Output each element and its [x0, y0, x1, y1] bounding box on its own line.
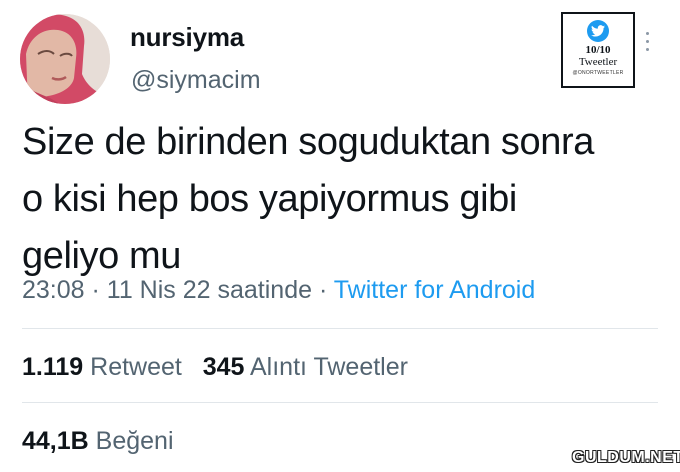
tweet-rating-badge: 10/10 Tweetler @ONORTWEETLER: [561, 12, 635, 88]
retweets-count: 1.119: [22, 353, 84, 381]
meta-separator: ·: [312, 276, 334, 304]
tweet-text-line: o kisi hep bos yapiyormus gibi: [22, 178, 517, 220]
retweets-label: Retweet: [90, 353, 182, 381]
badge-caption: @ONORTWEETLER: [572, 70, 624, 76]
likes-link[interactable]: 44,1B Beğeni: [22, 427, 174, 455]
avatar-photo: [20, 14, 110, 104]
badge-score: 10/10: [585, 44, 611, 56]
engagement-row-retweets: 1.119 Retweet 345 Alıntı Tweetler: [22, 353, 408, 382]
tweet-text-line: Size de birinden soguduktan sonra: [22, 121, 594, 163]
badge-label: Tweetler: [578, 56, 618, 68]
likes-label: Beğeni: [95, 427, 174, 455]
tweet-source-link[interactable]: Twitter for Android: [334, 276, 535, 304]
twitter-bird-icon: [587, 20, 609, 42]
divider: [22, 402, 658, 403]
tweet-meta: 23:08 · 11 Nis 22 saatinde · Twitter for…: [22, 276, 535, 305]
likes-count: 44,1B: [22, 427, 89, 455]
retweets-link[interactable]: 1.119 Retweet: [22, 353, 182, 381]
site-watermark: GULDUM.NET: [572, 449, 680, 466]
engagement-row-likes: 44,1B Beğeni: [22, 427, 174, 456]
author-display-name[interactable]: nursiyma: [130, 22, 244, 53]
more-options-icon[interactable]: [644, 32, 650, 54]
tweet-text: Size de birinden soguduktan sonra o kisi…: [22, 114, 672, 285]
divider: [22, 328, 658, 329]
author-handle[interactable]: @siymacim: [131, 66, 261, 95]
quotes-link[interactable]: 345 Alıntı Tweetler: [203, 353, 408, 381]
quotes-count: 345: [202, 353, 245, 381]
tweet-time[interactable]: 23:08: [22, 276, 85, 304]
meta-separator: ·: [84, 276, 107, 304]
quotes-label: Alıntı Tweetler: [250, 353, 408, 381]
tweet-date[interactable]: 11 Nis 22 saatinde: [107, 276, 312, 304]
avatar[interactable]: [20, 14, 110, 104]
